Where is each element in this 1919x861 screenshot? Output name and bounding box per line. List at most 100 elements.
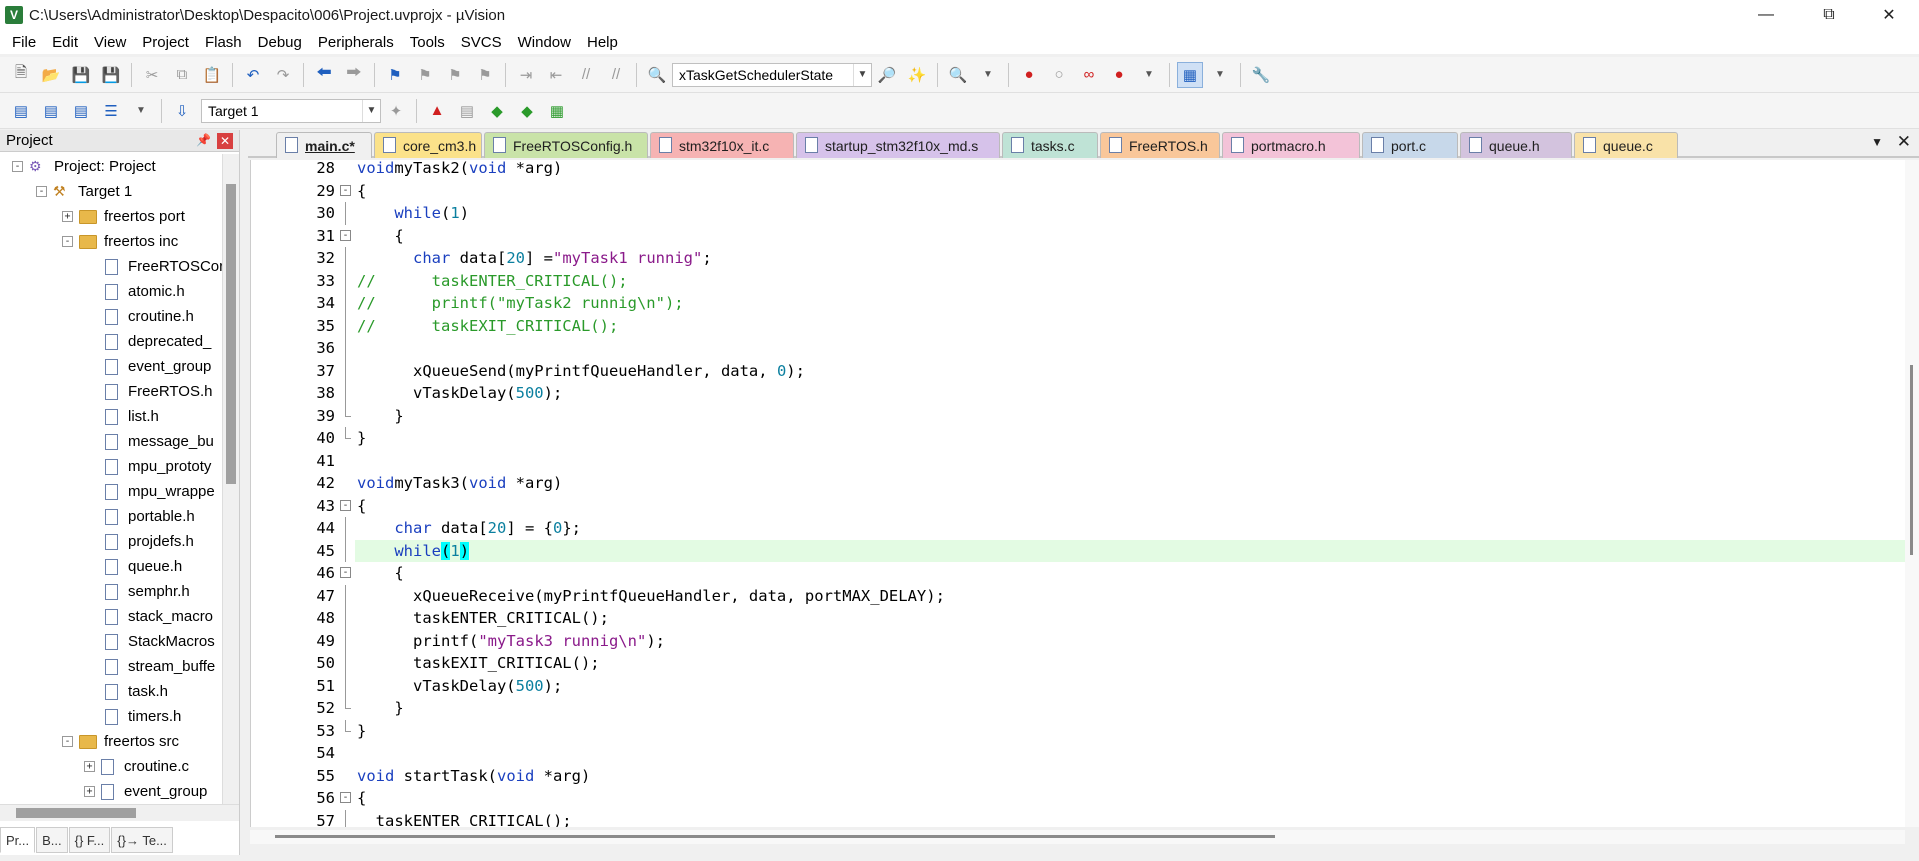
code-line[interactable]: 44 char data[20] = {0};	[251, 517, 1905, 540]
tree-item[interactable]: - freertos src	[62, 729, 179, 754]
collapse-icon[interactable]: -	[340, 499, 351, 511]
code-line[interactable]: 33 // taskENTER_CRITICAL();	[251, 269, 1905, 292]
tab-functions[interactable]: {} F...	[68, 827, 111, 853]
code-line[interactable]: 39 }	[251, 404, 1905, 428]
close-window-button[interactable]: ✕	[1866, 0, 1912, 30]
chevron-down-icon[interactable]: ▼	[853, 63, 871, 86]
comment-icon[interactable]: //	[573, 62, 599, 88]
scroll-thumb[interactable]	[16, 808, 136, 818]
collapse-icon[interactable]: -	[340, 229, 351, 241]
editor-horizontal-scrollbar[interactable]	[250, 830, 1905, 844]
code-line[interactable]: 51 vTaskDelay(500);	[251, 674, 1905, 697]
fold-margin[interactable]: -	[339, 225, 353, 248]
configure-wrench-icon[interactable]: 🔧	[1248, 62, 1274, 88]
tree-item[interactable]: event_group	[105, 354, 211, 379]
code-line[interactable]: 45 while(1)	[251, 539, 1905, 562]
tree-item[interactable]: projdefs.h	[105, 529, 194, 554]
scroll-thumb[interactable]	[1910, 365, 1913, 555]
code-line[interactable]: 53}	[251, 719, 1905, 743]
target-combo[interactable]: Target 1 ▼	[201, 98, 381, 123]
code-line[interactable]: 52 }	[251, 697, 1905, 720]
code-line[interactable]: 37 xQueueSend(myPrintfQueueHandler, data…	[251, 359, 1905, 382]
collapse-icon[interactable]: -	[62, 236, 73, 247]
menu-flash[interactable]: Flash	[197, 34, 250, 51]
menu-view[interactable]: View	[86, 34, 134, 51]
menu-svcs[interactable]: SVCS	[453, 34, 510, 51]
save-icon[interactable]: 💾	[68, 62, 94, 88]
editor-tab[interactable]: portmacro.h	[1222, 132, 1360, 158]
code-line[interactable]: 42 voidmyTask3(void *arg)	[251, 472, 1905, 495]
tree-item[interactable]: + event_group	[84, 779, 207, 804]
rebuild-icon[interactable]: ▤	[68, 98, 94, 124]
code-line[interactable]: 55 void startTask(void *arg)	[251, 765, 1905, 788]
save-all-icon[interactable]: 💾	[98, 62, 124, 88]
fold-margin[interactable]: -	[339, 180, 353, 203]
translate-icon[interactable]: ▤	[8, 98, 34, 124]
disable-all-breakpoints-icon[interactable]: ∞	[1076, 62, 1102, 88]
code-line[interactable]: 40}	[251, 427, 1905, 450]
scroll-thumb[interactable]	[226, 184, 236, 484]
menu-debug[interactable]: Debug	[250, 34, 310, 51]
tab-books[interactable]: B...	[36, 827, 68, 853]
editor-tab[interactable]: FreeRTOS.h	[1100, 132, 1220, 158]
menu-peripherals[interactable]: Peripherals	[310, 34, 402, 51]
run-time-environment-icon[interactable]: ▦	[544, 98, 570, 124]
tree-horizontal-scrollbar[interactable]	[0, 804, 239, 821]
collapse-icon[interactable]: -	[340, 567, 351, 578]
window-layout-icon[interactable]: ▦	[1177, 61, 1203, 88]
expand-icon[interactable]: +	[62, 211, 73, 222]
tree-item[interactable]: deprecated_	[105, 329, 211, 354]
tree-item[interactable]: FreeRTOSCor	[105, 254, 222, 279]
editor-vertical-scrollbar[interactable]	[1905, 160, 1919, 827]
code-editor[interactable]: 28 voidmyTask2(void *arg) 29-{30 while(1) 3…	[250, 160, 1905, 827]
navigate-forward-icon[interactable]: 🠲	[341, 62, 367, 88]
chevron-down-icon[interactable]: ▼	[1207, 62, 1233, 88]
editor-tab[interactable]: main.c*	[276, 132, 372, 158]
select-packs-icon[interactable]: ◆	[484, 98, 510, 124]
collapse-icon[interactable]: -	[340, 184, 351, 196]
tree-item[interactable]: + croutine.c	[84, 754, 189, 779]
maximize-button[interactable]: ⧉	[1806, 0, 1852, 30]
incremental-find-icon[interactable]: ✨	[904, 62, 930, 88]
editor-tab[interactable]: queue.c	[1574, 132, 1678, 158]
chevron-down-icon[interactable]: ▼	[1871, 135, 1883, 149]
code-line[interactable]: 47 xQueueReceive(myPrintfQueueHandler, d…	[251, 584, 1905, 607]
pack-installer-icon[interactable]: ◆	[514, 98, 540, 124]
tree-item[interactable]: timers.h	[105, 704, 181, 729]
code-line[interactable]: 48 taskENTER_CRITICAL();	[251, 607, 1905, 630]
expand-icon[interactable]: +	[84, 786, 95, 797]
code-line[interactable]: 56-{	[251, 787, 1905, 810]
close-icon[interactable]: ✕	[1897, 132, 1911, 152]
chevron-down-icon[interactable]: ▼	[362, 99, 380, 122]
tree-item[interactable]: stream_buffe	[105, 654, 215, 679]
cut-icon[interactable]: ✂	[139, 62, 165, 88]
debug-session-icon[interactable]: 🔍	[945, 62, 971, 88]
tree-item[interactable]: StackMacros	[105, 629, 215, 654]
editor-tab[interactable]: queue.h	[1460, 132, 1572, 158]
editor-tab[interactable]: core_cm3.h	[374, 132, 482, 158]
tree-vertical-scrollbar[interactable]	[222, 154, 239, 804]
file-extensions-icon[interactable]: ▤	[454, 98, 480, 124]
breakpoint-icon[interactable]: ●	[1016, 62, 1042, 88]
code-line[interactable]: 41	[251, 450, 1905, 473]
code-line[interactable]: 54	[251, 742, 1905, 765]
batch-build-icon[interactable]: ☰	[98, 98, 124, 124]
next-bookmark-icon[interactable]: ⚑	[442, 62, 468, 88]
tree-item[interactable]: queue.h	[105, 554, 182, 579]
code-line[interactable]: 57 taskENTER_CRITICAL();	[251, 809, 1905, 827]
function-combo[interactable]: xTaskGetSchedulerState ▼	[672, 62, 872, 87]
editor-tab[interactable]: startup_stm32f10x_md.s	[796, 132, 1000, 158]
menu-help[interactable]: Help	[579, 34, 626, 51]
collapse-icon[interactable]: -	[12, 161, 23, 172]
chevron-down-icon[interactable]: ▼	[975, 62, 1001, 88]
copy-icon[interactable]: ⧉	[169, 62, 195, 88]
code-line[interactable]: 34 // printf("myTask2 runnig\n");	[251, 292, 1905, 315]
target-options-magic-wand-icon[interactable]: ✦	[383, 98, 409, 124]
navigate-back-icon[interactable]: 🠰	[311, 62, 337, 88]
find-icon[interactable]: 🔎	[874, 62, 900, 88]
code-line[interactable]: 29-{	[251, 180, 1905, 203]
indent-icon[interactable]: ⇥	[513, 62, 539, 88]
scroll-thumb[interactable]	[275, 835, 1275, 838]
tree-item[interactable]: + freertos port	[62, 204, 185, 229]
tree-item[interactable]: semphr.h	[105, 579, 190, 604]
